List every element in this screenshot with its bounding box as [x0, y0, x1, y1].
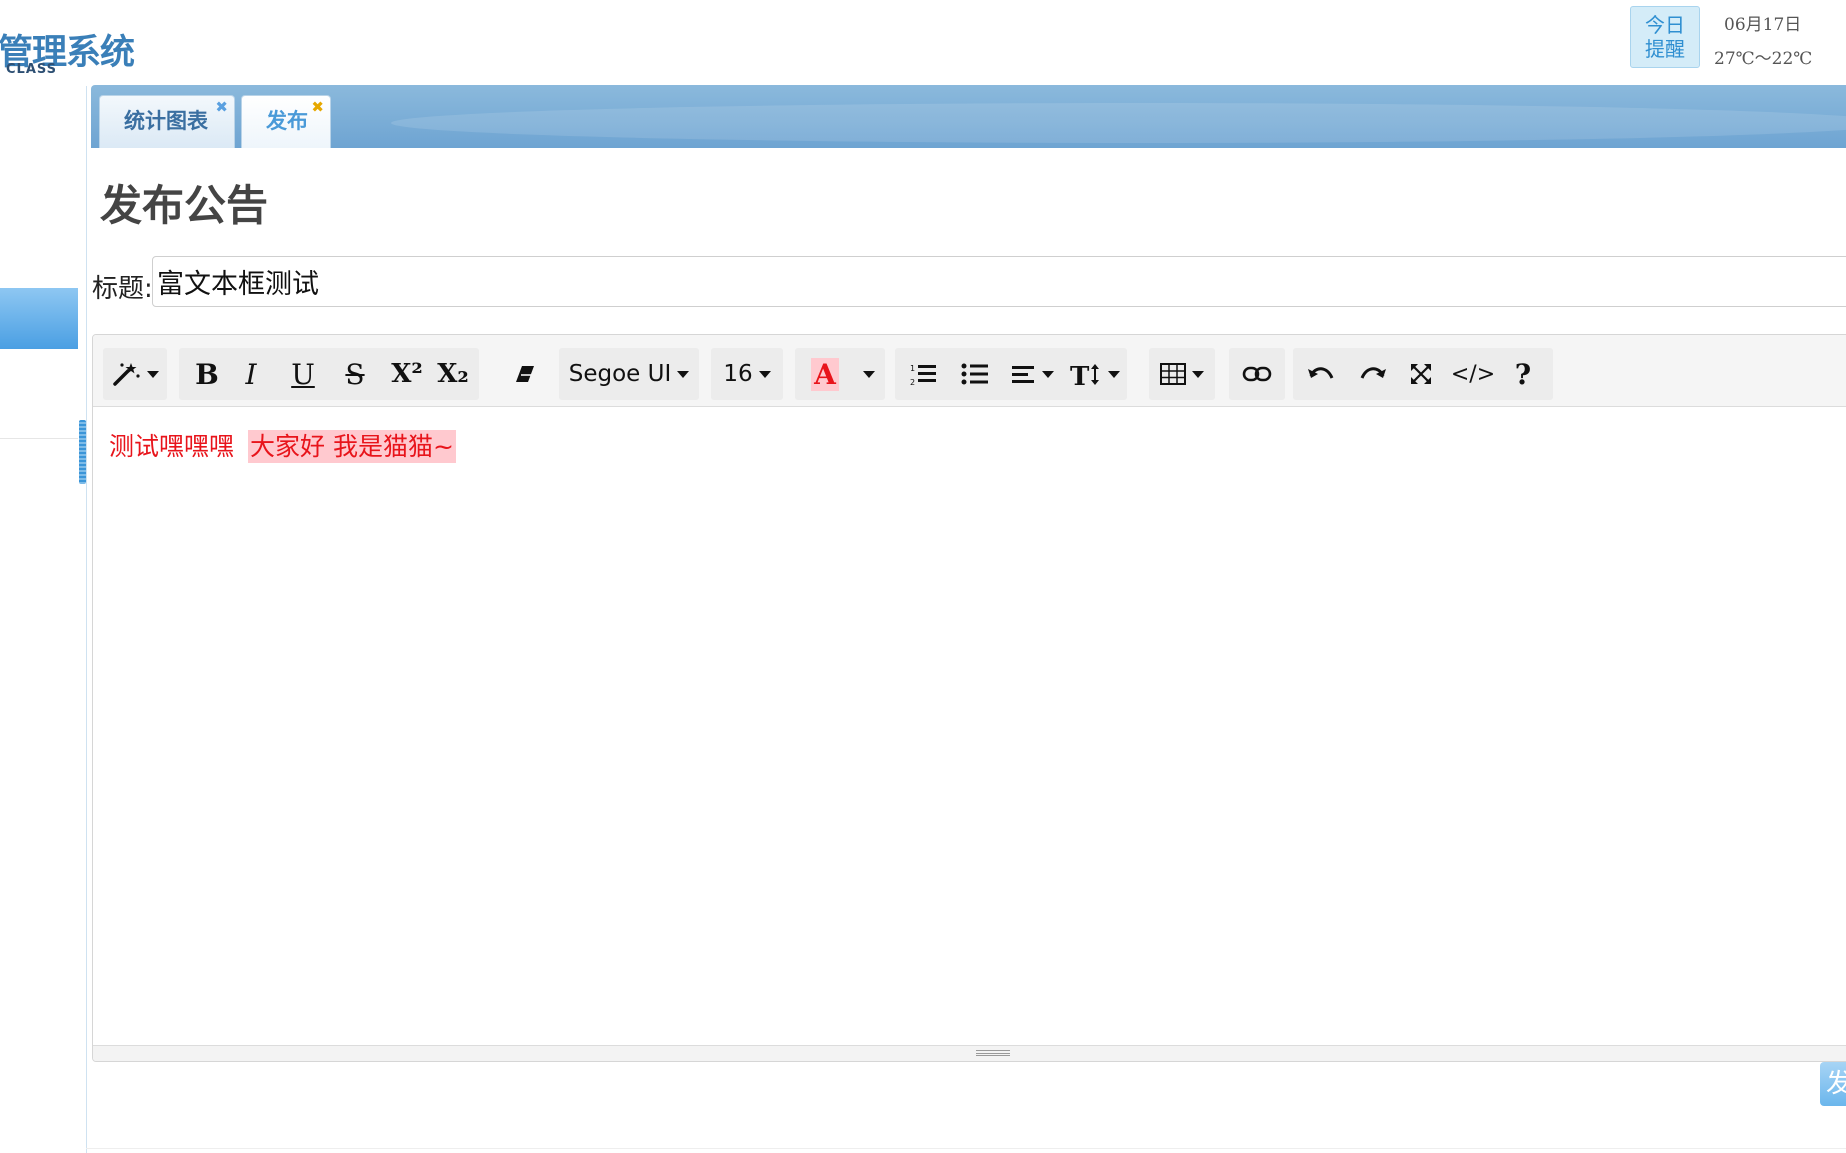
table-dropdown[interactable] — [1149, 348, 1215, 400]
underline-button[interactable]: U — [281, 348, 325, 400]
fullscreen-button[interactable] — [1399, 348, 1443, 400]
font-size-group: 16 — [711, 348, 783, 400]
strikethrough-button[interactable]: S — [333, 348, 377, 400]
chevron-down-icon — [147, 370, 159, 378]
line-height-dropdown[interactable]: T — [1065, 348, 1125, 400]
clear-format-button[interactable] — [503, 348, 547, 400]
subscript-button[interactable]: X₂ — [431, 348, 475, 400]
svg-text:1: 1 — [910, 364, 915, 373]
style-group — [103, 348, 167, 400]
undo-button[interactable] — [1297, 348, 1345, 400]
eraser-icon — [516, 366, 534, 382]
text-color-button[interactable]: A — [803, 348, 847, 400]
color-picker-dropdown[interactable] — [851, 348, 881, 400]
ordered-list-button[interactable]: 1 2 — [901, 348, 945, 400]
chevron-down-icon — [677, 370, 690, 378]
font-family-dropdown[interactable]: Segoe UI — [559, 348, 699, 400]
sidebar-divider — [0, 438, 78, 439]
close-icon[interactable]: ✖ — [311, 85, 324, 132]
code-view-button[interactable]: </> — [1445, 348, 1501, 400]
app-window: 管理系统 CLASS 今日 提醒 06月17日 27℃～22℃ 统计图表 ✖ 发… — [0, 0, 1846, 1153]
font-size-value: 16 — [723, 361, 753, 387]
ordered-list-icon: 1 2 — [910, 364, 936, 386]
page-bottom-divider — [86, 1148, 1846, 1149]
align-dropdown[interactable] — [1005, 348, 1061, 400]
style-magic-dropdown[interactable] — [103, 348, 167, 400]
chevron-down-icon — [863, 370, 875, 378]
text-color-letter: A — [811, 357, 839, 391]
font-family-group: Segoe UI — [559, 348, 699, 400]
text-height-icon: T — [1070, 362, 1099, 387]
resize-grip-icon — [976, 1050, 1010, 1056]
main-panel-border — [86, 86, 87, 1153]
table-group — [1149, 348, 1215, 400]
insert-link-button[interactable] — [1229, 348, 1285, 400]
tab-label: 统计图表 — [124, 109, 208, 133]
weather-text: 27℃～22℃ — [1714, 49, 1813, 69]
page-title: 发布公告 — [100, 181, 269, 230]
close-icon[interactable]: ✖ — [215, 85, 228, 132]
superscript-button[interactable]: X² — [385, 348, 429, 400]
color-group: A — [795, 348, 885, 400]
publish-button[interactable]: 发 — [1820, 1062, 1846, 1106]
tab-statistics-chart[interactable]: 统计图表 ✖ — [99, 95, 235, 148]
editor-toolbar: B I U S X² X₂ Segoe UI 16 A 1 2 T </> ? — [93, 335, 1846, 407]
align-left-icon — [1012, 366, 1034, 383]
expand-icon — [1411, 364, 1431, 384]
reminder-line-1: 今日 — [1645, 13, 1685, 37]
bullet-list-icon — [961, 363, 988, 385]
editor-text-plain: 测试嘿嘿嘿 — [109, 432, 235, 461]
chevron-down-icon — [1192, 370, 1204, 378]
editor-content[interactable]: 测试嘿嘿嘿 大家好 我是猫猫~ — [109, 427, 456, 463]
link-group — [1229, 348, 1285, 400]
font-size-dropdown[interactable]: 16 — [711, 348, 783, 400]
date-text: 06月17日 — [1724, 15, 1802, 35]
redo-icon — [1360, 367, 1386, 379]
help-button[interactable]: ? — [1501, 348, 1545, 400]
editor-resize-bar[interactable] — [93, 1045, 1846, 1061]
unordered-list-button[interactable] — [953, 348, 997, 400]
italic-button[interactable]: I — [229, 348, 273, 400]
rich-text-editor: B I U S X² X₂ Segoe UI 16 A 1 2 T </> ? … — [92, 334, 1846, 1062]
redo-button[interactable] — [1349, 348, 1397, 400]
misc-group: </> ? — [1293, 348, 1553, 400]
table-icon — [1160, 363, 1186, 385]
format-group: B I U S X² X₂ — [179, 348, 479, 400]
system-logo-subtitle: CLASS — [6, 62, 58, 77]
paragraph-group: 1 2 T — [895, 348, 1127, 400]
tab-label: 发布 — [266, 109, 308, 133]
tab-bar: 统计图表 ✖ 发布 ✖ — [91, 85, 1846, 148]
title-field-label: 标题: — [92, 274, 153, 304]
today-reminder-button[interactable]: 今日 提醒 — [1630, 6, 1700, 68]
editor-text-highlighted: 大家好 我是猫猫~ — [248, 430, 456, 463]
date-weather-panel: 06月17日 27℃～22℃ — [1714, 8, 1812, 76]
magic-wand-icon — [113, 363, 140, 386]
title-input[interactable] — [152, 256, 1846, 307]
link-icon — [1242, 366, 1272, 382]
chevron-down-icon — [758, 370, 771, 378]
sidebar-active-item[interactable] — [0, 288, 78, 349]
bold-button[interactable]: B — [185, 348, 229, 400]
svg-text:T: T — [1070, 362, 1090, 387]
tab-publish[interactable]: 发布 ✖ — [241, 95, 331, 148]
reminder-line-2: 提醒 — [1645, 37, 1685, 61]
sidebar-collapse-handle[interactable] — [79, 420, 86, 484]
font-family-value: Segoe UI — [568, 361, 672, 387]
chevron-down-icon — [1042, 370, 1054, 378]
chevron-down-icon — [1108, 370, 1120, 378]
svg-text:2: 2 — [910, 378, 915, 386]
undo-icon — [1308, 367, 1334, 379]
